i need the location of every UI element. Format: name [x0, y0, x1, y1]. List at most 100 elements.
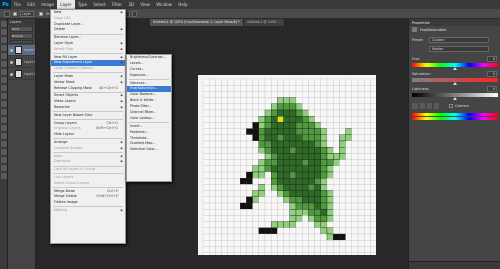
eye-icon[interactable]: [10, 60, 13, 64]
pixel: [258, 116, 266, 123]
eraser-tool-icon[interactable]: [1, 101, 7, 107]
menu-layer[interactable]: Layer: [57, 0, 75, 9]
pixel: [289, 116, 297, 123]
history-brush-icon[interactable]: [1, 93, 7, 99]
show-transform-checkbox[interactable]: [39, 11, 43, 16]
menu-file[interactable]: File: [11, 0, 24, 9]
empty-cell: [240, 140, 247, 148]
document-tab[interactable]: Untitled-1 @ 100% (Hue/Saturation 1, Lay…: [150, 19, 244, 26]
pixel: [264, 153, 272, 160]
layer-menu-item[interactable]: Lock All Layers in Group...: [51, 167, 125, 173]
pixel: [320, 190, 328, 197]
layer-row[interactable]: Layer 0: [8, 57, 35, 68]
zoom-tool-icon[interactable]: [1, 173, 7, 179]
eyedropper-tool-icon[interactable]: [1, 61, 7, 67]
pixel: [289, 103, 297, 111]
empty-cell: [326, 221, 334, 228]
layer-row[interactable]: Layer 1: [8, 45, 35, 56]
menu-3d[interactable]: 3D: [125, 0, 137, 9]
pen-tool-icon[interactable]: [1, 133, 7, 139]
brush-tool-icon[interactable]: [1, 77, 7, 83]
eyedropper-icon[interactable]: [420, 103, 425, 109]
document-canvas[interactable]: [198, 75, 376, 255]
auto-select-dropdown[interactable]: Layer: [20, 10, 34, 17]
empty-cell: [233, 128, 241, 135]
adjustment-menu-item[interactable]: Selective Color...: [127, 147, 171, 153]
empty-cell: [252, 227, 259, 235]
gradient-tool-icon[interactable]: [1, 109, 7, 115]
layer-row[interactable]: Layer 2: [8, 69, 35, 80]
colorize-checkbox[interactable]: [449, 104, 453, 108]
empty-cell: [221, 196, 228, 204]
empty-cell: [295, 227, 303, 235]
empty-cell: [227, 140, 235, 148]
adjustment-menu-item[interactable]: Color Lookup...: [127, 116, 171, 122]
hue-value[interactable]: 0: [487, 56, 497, 62]
eyedropper-plus-icon[interactable]: [427, 103, 432, 109]
document-tab[interactable]: Untitled-2 @ 100% ...: [243, 19, 285, 26]
layer-menu-item[interactable]: Distribute ▶: [51, 159, 125, 165]
menu-select[interactable]: Select: [90, 0, 109, 9]
move-tool-icon[interactable]: [1, 21, 7, 27]
layer-menu-item[interactable]: Layer Content Options...: [51, 66, 125, 72]
quick-select-tool-icon[interactable]: [1, 45, 7, 51]
adjustment-menu-item[interactable]: Exposure...: [127, 73, 171, 79]
empty-cell: [215, 109, 222, 117]
hand-tool-icon[interactable]: [1, 165, 7, 171]
properties-tab[interactable]: Properties: [409, 19, 500, 26]
empty-cell: [314, 78, 321, 86]
layer-menu-item[interactable]: Rasterize ▶: [51, 105, 125, 111]
channel-dropdown[interactable]: Master: [429, 46, 489, 52]
layer-menu-item[interactable]: Matting ▶: [51, 208, 125, 214]
saturation-slider-knob[interactable]: [453, 82, 457, 85]
layer-menu-item[interactable]: Delete ▶: [51, 27, 125, 33]
menu-view[interactable]: View: [137, 0, 153, 9]
layer-menu-item[interactable]: Select Linked Layers: [51, 181, 125, 187]
move-tool-icon[interactable]: [4, 10, 10, 17]
pixel: [277, 177, 284, 185]
marquee-tool-icon[interactable]: [1, 29, 7, 35]
shape-tool-icon[interactable]: [1, 157, 7, 163]
blur-tool-icon[interactable]: [1, 117, 7, 123]
layer-kind-filter[interactable]: Kind: [10, 26, 33, 32]
empty-cell: [289, 252, 297, 255]
auto-select-checkbox[interactable]: [13, 11, 17, 16]
eye-icon[interactable]: [10, 48, 13, 52]
lasso-tool-icon[interactable]: [1, 37, 7, 43]
dodge-tool-icon[interactable]: [1, 125, 7, 131]
healing-tool-icon[interactable]: [1, 69, 7, 75]
type-tool-icon[interactable]: [1, 141, 7, 147]
empty-cell: [295, 97, 303, 104]
empty-cell: [302, 221, 309, 228]
menu-help[interactable]: Help: [175, 0, 191, 9]
menu-image[interactable]: Image: [38, 0, 57, 9]
layer-menu-item[interactable]: Hide Layers: [51, 132, 125, 138]
layer-menu-item[interactable]: Flatten Image: [51, 200, 125, 206]
empty-cell: [264, 202, 272, 210]
lightness-value[interactable]: 0: [487, 86, 497, 92]
align-right-icon[interactable]: [132, 10, 138, 17]
stamp-tool-icon[interactable]: [1, 85, 7, 91]
layer-menu-item[interactable]: Smart Filter ▶: [51, 47, 125, 53]
blend-mode-dropdown[interactable]: Normal: [10, 33, 33, 39]
layer-menu-item[interactable]: Combine Shapes ▶: [51, 146, 125, 152]
layer-menu-item[interactable]: Release Clipping Mask Alt+Ctrl+G: [51, 86, 125, 92]
layer-menu-item[interactable]: New Layer Based Slice: [51, 113, 125, 119]
lightness-slider-knob[interactable]: [453, 97, 457, 100]
eye-icon[interactable]: [10, 72, 13, 76]
pixel: [270, 128, 278, 135]
menu-edit[interactable]: Edit: [24, 0, 38, 9]
empty-cell: [333, 240, 340, 247]
menu-type[interactable]: Type: [75, 0, 91, 9]
menu-filter[interactable]: Filter: [109, 0, 125, 9]
saturation-value[interactable]: 0: [487, 71, 497, 77]
path-select-icon[interactable]: [1, 149, 7, 155]
eyedropper-minus-icon[interactable]: [434, 103, 439, 109]
empty-cell: [221, 122, 228, 129]
hue-slider-knob[interactable]: [453, 67, 457, 70]
menu-window[interactable]: Window: [153, 0, 175, 9]
empty-cell: [351, 171, 359, 179]
hand-icon[interactable]: [412, 103, 418, 109]
preset-dropdown[interactable]: Custom: [429, 37, 489, 43]
crop-tool-icon[interactable]: [1, 53, 7, 59]
